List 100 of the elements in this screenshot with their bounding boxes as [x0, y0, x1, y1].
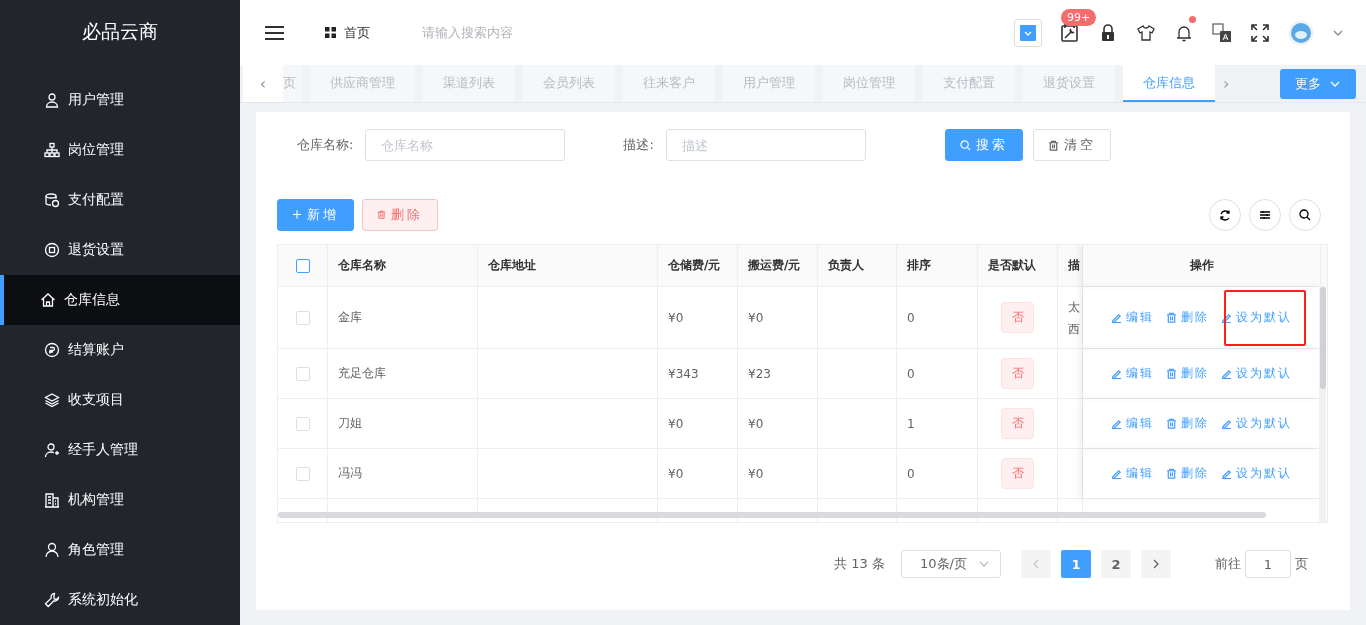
- sidebar-item[interactable]: 岗位管理: [0, 125, 240, 175]
- status-tag: 否: [1001, 458, 1034, 489]
- goto-label: 前往: [1215, 555, 1241, 573]
- pencil-icon: [1111, 368, 1122, 379]
- add-button[interactable]: 新增: [277, 198, 354, 231]
- circle-button[interactable]: [1209, 198, 1241, 231]
- clear-button[interactable]: 清空: [1032, 129, 1111, 161]
- tab[interactable]: 岗位管理: [823, 65, 915, 102]
- tab[interactable]: 支付配置: [923, 65, 1015, 102]
- table-cell: ¥343: [668, 366, 699, 381]
- coin-icon: [44, 342, 60, 358]
- page-input[interactable]: 1: [1245, 550, 1291, 578]
- person-icon: [44, 542, 60, 558]
- wrench-calendar-icon[interactable]: [1060, 22, 1080, 43]
- field-label: 描述:: [623, 136, 654, 154]
- theme-dropdown[interactable]: [1014, 18, 1042, 47]
- tab[interactable]: 往来客户: [623, 65, 715, 102]
- trash-icon: [1166, 468, 1177, 479]
- field-label: 仓库名称:: [297, 136, 354, 154]
- sidebar-item[interactable]: 角色管理: [0, 525, 240, 575]
- column-header: 负责人: [828, 257, 864, 274]
- scrollbar-thumb[interactable]: [1320, 287, 1326, 389]
- circle-button[interactable]: [1249, 198, 1281, 231]
- edit-link[interactable]: 编辑: [1111, 415, 1154, 432]
- column-header: 是否默认: [988, 257, 1036, 274]
- input-field[interactable]: 仓库名称: [365, 129, 566, 161]
- org-chart-icon: [44, 142, 60, 158]
- edit-link[interactable]: 编辑: [1111, 365, 1154, 382]
- sidebar-item[interactable]: 结算账户: [0, 325, 240, 375]
- person-icon: [44, 92, 60, 108]
- sidebar-item[interactable]: 机构管理: [0, 475, 240, 525]
- set-default-link[interactable]: 设为默认: [1221, 365, 1292, 382]
- sidebar-item[interactable]: 支付配置: [0, 175, 240, 225]
- delete-link[interactable]: 删除: [1166, 465, 1209, 482]
- tab[interactable]: 渠道列表: [423, 65, 515, 102]
- menu-icon[interactable]: [264, 24, 285, 41]
- table-cell: 充足仓库: [338, 365, 386, 382]
- plus-icon: [292, 209, 302, 220]
- set-default-link[interactable]: 设为默认: [1221, 415, 1292, 432]
- page-button[interactable]: 1: [1061, 550, 1091, 578]
- brand-title: 必品云商: [81, 18, 159, 44]
- set-default-link[interactable]: 设为默认: [1221, 465, 1292, 482]
- search-button[interactable]: 搜索: [944, 129, 1023, 161]
- tab[interactable]: 退货设置: [1023, 65, 1115, 102]
- edit-link[interactable]: 编辑: [1111, 465, 1154, 482]
- set-default-link[interactable]: 设为默认: [1221, 309, 1292, 326]
- sidebar-item[interactable]: 系统初始化: [0, 575, 240, 625]
- page-suffix: 页: [1295, 555, 1308, 573]
- search-icon: [1299, 208, 1311, 221]
- column-header: 仓库地址: [488, 257, 536, 274]
- sidebar-item[interactable]: 仓库信息: [0, 275, 240, 325]
- search-icon: [959, 139, 971, 151]
- wrench-icon: [44, 592, 60, 608]
- delete-button[interactable]: 删除: [362, 198, 438, 231]
- column-header: 仓库名称: [338, 257, 386, 274]
- pencil-icon: [1111, 468, 1122, 479]
- table-cell: ¥0: [748, 416, 764, 431]
- more-button[interactable]: 更多: [1280, 68, 1356, 99]
- fullscreen-icon[interactable]: [1250, 22, 1270, 43]
- table-cell: ¥23: [748, 366, 771, 381]
- circle-button[interactable]: [1289, 198, 1321, 231]
- sliders-icon: [1259, 208, 1271, 221]
- trash-icon: [1166, 368, 1177, 379]
- input-field[interactable]: 描述: [665, 129, 866, 161]
- tab[interactable]: 页: [283, 65, 302, 102]
- tab[interactable]: 用户管理: [723, 65, 815, 102]
- scrollbar-thumb[interactable]: [278, 512, 1266, 518]
- building-icon: [44, 492, 60, 508]
- translate-icon[interactable]: [1212, 22, 1232, 43]
- sidebar-item[interactable]: 收支项目: [0, 375, 240, 425]
- table-cell-text: 西: [1068, 320, 1080, 338]
- table-cell: 0: [907, 466, 915, 481]
- sidebar-item[interactable]: 经手人管理: [0, 425, 240, 475]
- edit-link[interactable]: 编辑: [1111, 309, 1154, 326]
- page-button[interactable]: 2: [1101, 550, 1131, 578]
- table-cell: ¥0: [668, 310, 684, 325]
- table-cell: ¥0: [668, 416, 684, 431]
- next-page-button[interactable]: [1141, 550, 1171, 578]
- delete-link[interactable]: 删除: [1166, 415, 1209, 432]
- table-cell: ¥0: [748, 310, 764, 325]
- page-size-select[interactable]: 10条/页: [901, 550, 1001, 578]
- layers-icon: [44, 392, 60, 408]
- scroll-right-button[interactable]: ›: [1215, 65, 1238, 102]
- delete-link[interactable]: 删除: [1166, 365, 1209, 382]
- sidebar-item[interactable]: 退货设置: [0, 225, 240, 275]
- refresh-icon: [1219, 208, 1231, 221]
- avatar[interactable]: [1288, 19, 1314, 46]
- sidebar-item[interactable]: 用户管理: [0, 75, 240, 125]
- tab[interactable]: 仓库信息: [1123, 65, 1215, 102]
- t-shirt-icon[interactable]: [1136, 22, 1156, 43]
- tab[interactable]: 供应商管理: [310, 65, 415, 102]
- breadcrumb-link[interactable]: 首页: [344, 23, 370, 42]
- delete-link[interactable]: 删除: [1166, 309, 1209, 326]
- table-cell-text: 太: [1068, 298, 1080, 316]
- column-header: 排序: [907, 257, 931, 274]
- scroll-left-button[interactable]: ‹: [243, 65, 283, 102]
- checkbox[interactable]: [295, 258, 310, 273]
- column-header: 操作: [1189, 257, 1214, 274]
- table-cell: 0: [907, 366, 915, 381]
- caret-icon: [1018, 22, 1038, 43]
